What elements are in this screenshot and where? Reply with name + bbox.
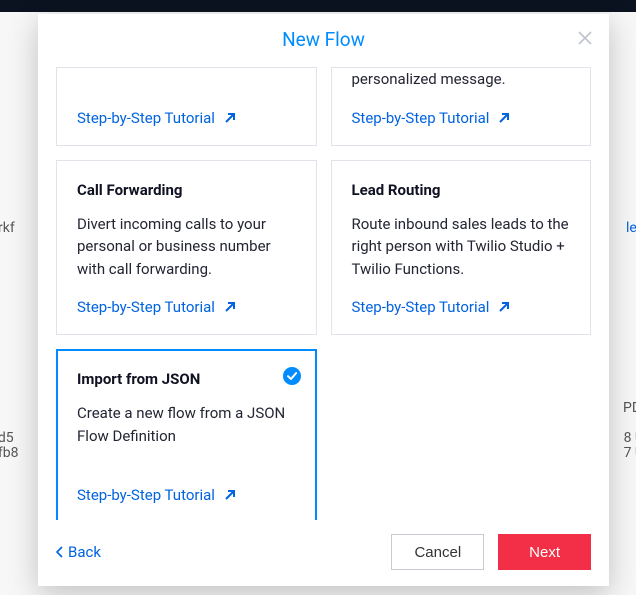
- empty-grid-cell: [331, 349, 592, 520]
- next-button[interactable]: Next: [498, 534, 591, 570]
- card-title: Call Forwarding: [77, 181, 296, 199]
- tutorial-link[interactable]: Step-by-Step Tutorial: [352, 298, 571, 316]
- modal-title: New Flow: [38, 28, 609, 51]
- card-description: [77, 68, 296, 91]
- tutorial-label: Step-by-Step Tutorial: [77, 109, 215, 127]
- app-topbar: [0, 0, 636, 12]
- tutorial-link[interactable]: Step-by-Step Tutorial: [77, 109, 296, 127]
- modal-header: New Flow: [38, 14, 609, 67]
- external-arrow-icon: [497, 300, 511, 314]
- bg-text: 3fb8: [0, 445, 18, 461]
- external-arrow-icon: [223, 488, 237, 502]
- external-arrow-icon: [223, 111, 237, 125]
- card-description: Divert incoming calls to your personal o…: [77, 213, 296, 281]
- bg-text: orkf: [0, 220, 15, 236]
- bg-text: 7 U: [624, 445, 636, 461]
- cancel-button[interactable]: Cancel: [391, 534, 484, 570]
- tutorial-label: Step-by-Step Tutorial: [352, 109, 490, 127]
- card-description: personalized message.: [352, 68, 571, 91]
- tutorial-label: Step-by-Step Tutorial: [352, 298, 490, 316]
- new-flow-modal: New Flow Step-by-Step Tutorial personali…: [38, 14, 609, 586]
- external-arrow-icon: [223, 300, 237, 314]
- template-card-call-forwarding[interactable]: Call Forwarding Divert incoming calls to…: [56, 160, 317, 336]
- bg-text: 8 U: [624, 430, 636, 446]
- template-card[interactable]: personalized message. Step-by-Step Tutor…: [331, 67, 592, 146]
- close-button[interactable]: [575, 28, 595, 48]
- template-card-lead-routing[interactable]: Lead Routing Route inbound sales leads t…: [331, 160, 592, 336]
- modal-footer: Back Cancel Next: [38, 520, 609, 586]
- bg-text: les: [626, 220, 636, 236]
- bg-text: 7d5: [0, 430, 14, 446]
- template-card[interactable]: Step-by-Step Tutorial: [56, 67, 317, 146]
- template-grid: Step-by-Step Tutorial personalized messa…: [56, 67, 591, 520]
- template-card-import-json[interactable]: Import from JSON Create a new flow from …: [56, 349, 317, 520]
- back-label: Back: [68, 543, 101, 561]
- chevron-left-icon: [56, 546, 64, 558]
- tutorial-label: Step-by-Step Tutorial: [77, 298, 215, 316]
- bg-text: PD.: [623, 400, 636, 416]
- card-title: Lead Routing: [352, 181, 571, 199]
- tutorial-link[interactable]: Step-by-Step Tutorial: [77, 298, 296, 316]
- card-description: Route inbound sales leads to the right p…: [352, 213, 571, 281]
- card-title: Import from JSON: [77, 370, 296, 388]
- back-button[interactable]: Back: [56, 543, 101, 561]
- external-arrow-icon: [497, 111, 511, 125]
- selected-check-icon: [283, 367, 301, 385]
- close-icon: [578, 31, 592, 45]
- tutorial-link[interactable]: Step-by-Step Tutorial: [77, 486, 296, 504]
- tutorial-label: Step-by-Step Tutorial: [77, 486, 215, 504]
- modal-body: Step-by-Step Tutorial personalized messa…: [38, 67, 609, 520]
- tutorial-link[interactable]: Step-by-Step Tutorial: [352, 109, 571, 127]
- card-description: Create a new flow from a JSON Flow Defin…: [77, 402, 296, 468]
